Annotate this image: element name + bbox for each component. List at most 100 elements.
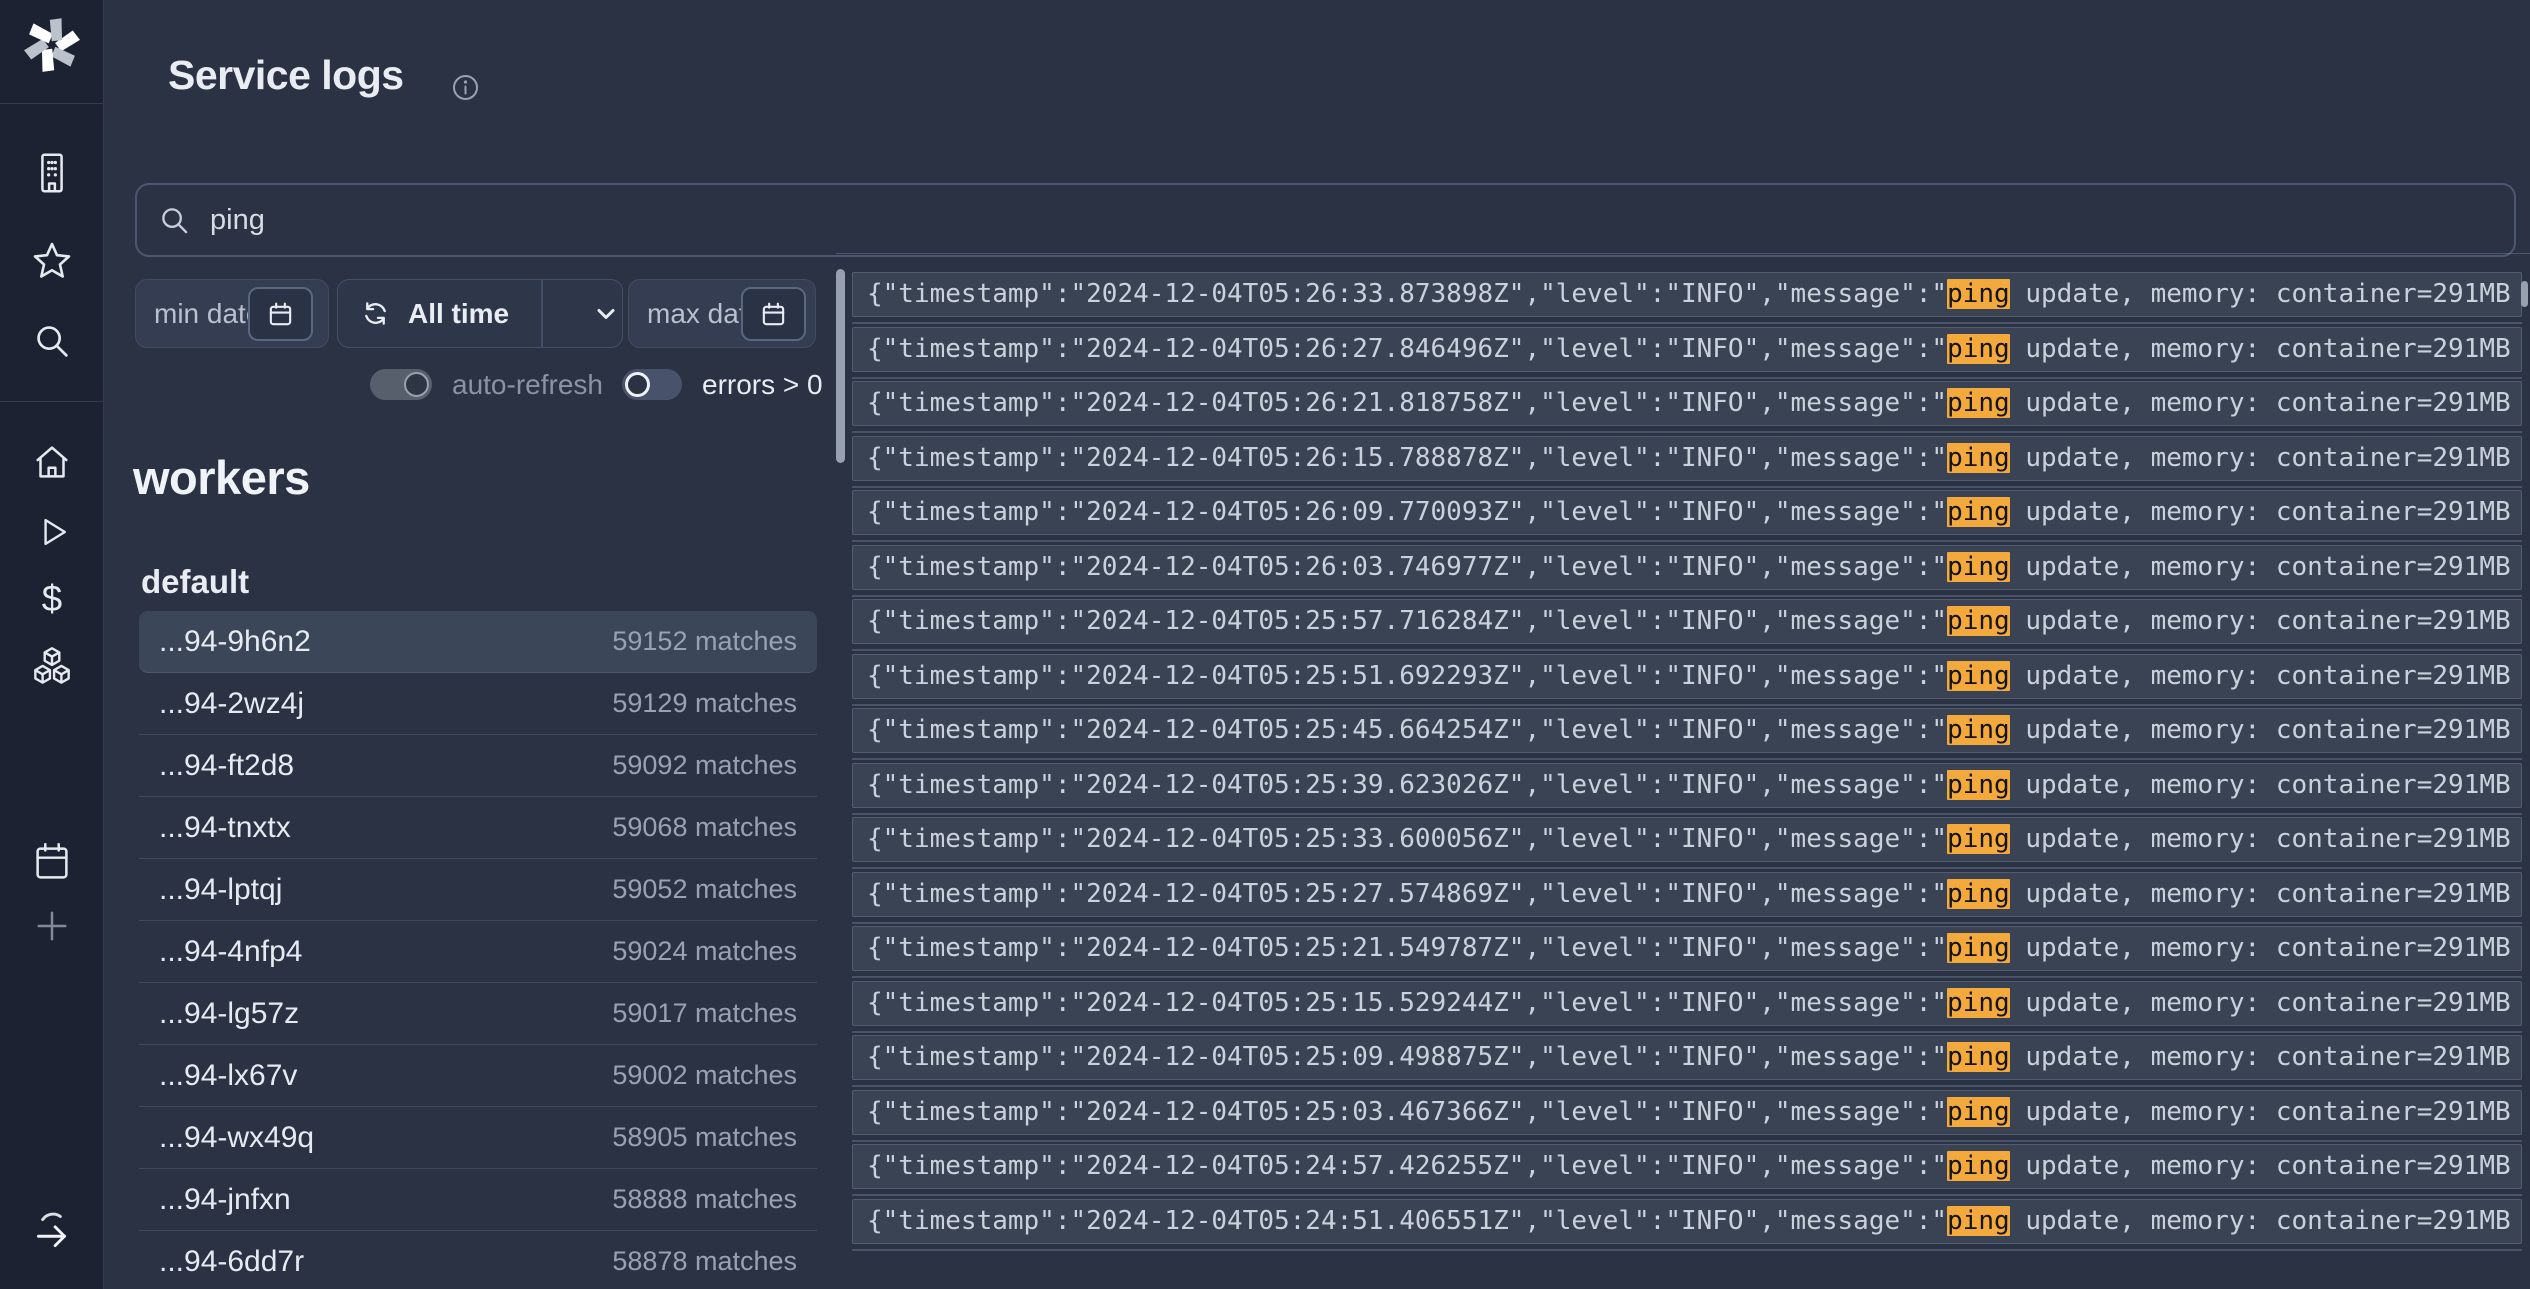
button-divider bbox=[541, 280, 543, 347]
log-post: update, memory: container=291MB bbox=[2010, 715, 2511, 745]
log-row[interactable]: {"timestamp":"2024-12-04T05:25:03.467366… bbox=[852, 1090, 2522, 1135]
modal-logo-icon[interactable] bbox=[0, 14, 104, 74]
log-line-text: {"timestamp":"2024-12-04T05:26:03.746977… bbox=[853, 546, 2521, 589]
log-row[interactable]: {"timestamp":"2024-12-04T05:24:57.426255… bbox=[852, 1144, 2522, 1189]
search-match-highlight: ping bbox=[1947, 1042, 2010, 1072]
search-input[interactable] bbox=[210, 204, 2492, 237]
log-row[interactable]: {"timestamp":"2024-12-04T05:25:27.574869… bbox=[852, 872, 2522, 917]
log-post: update, memory: container=291MB bbox=[2010, 334, 2511, 364]
sidebar-item-billing[interactable]: $ bbox=[0, 576, 104, 624]
search-match-highlight: ping bbox=[1947, 1097, 2010, 1127]
sidebar-item-search[interactable] bbox=[0, 317, 104, 365]
worker-row[interactable]: ...94-ft2d8 59092 matches bbox=[139, 735, 817, 797]
worker-row[interactable]: ...94-9h6n2 59152 matches bbox=[139, 611, 817, 673]
home-icon bbox=[29, 439, 75, 485]
log-row[interactable]: {"timestamp":"2024-12-04T05:26:09.770093… bbox=[852, 490, 2522, 535]
log-line-text: {"timestamp":"2024-12-04T05:26:33.873898… bbox=[853, 273, 2521, 316]
log-post: update, memory: container=291MB bbox=[2010, 1097, 2511, 1127]
search-match-highlight: ping bbox=[1947, 1151, 2010, 1181]
log-line-text: {"timestamp":"2024-12-04T05:25:51.692293… bbox=[853, 655, 2521, 698]
log-line-text: {"timestamp":"2024-12-04T05:25:03.467366… bbox=[853, 1091, 2521, 1134]
log-line-text: {"timestamp":"2024-12-04T05:26:21.818758… bbox=[853, 382, 2521, 425]
worker-match-count: 59092 matches bbox=[612, 750, 797, 781]
info-icon[interactable] bbox=[452, 74, 479, 101]
worker-row[interactable]: ...94-lx67v 59002 matches bbox=[139, 1045, 817, 1107]
log-row[interactable]: {"timestamp":"2024-12-04T05:26:15.788878… bbox=[852, 436, 2522, 481]
page-title: Service logs bbox=[168, 52, 404, 99]
toggle-knob bbox=[404, 372, 429, 397]
log-row[interactable]: {"timestamp":"2024-12-04T05:25:15.529244… bbox=[852, 981, 2522, 1026]
arrow-right-icon bbox=[27, 1205, 77, 1255]
log-post: update, memory: container=291MB bbox=[2010, 552, 2511, 582]
errors-filter-toggle[interactable] bbox=[622, 369, 682, 400]
worker-row[interactable]: ...94-2wz4j 59129 matches bbox=[139, 673, 817, 735]
star-icon bbox=[28, 237, 76, 285]
log-pre: {"timestamp":"2024-12-04T05:26:33.873898… bbox=[867, 279, 1947, 309]
log-line-text: {"timestamp":"2024-12-04T05:25:57.716284… bbox=[853, 600, 2521, 643]
log-row[interactable]: {"timestamp":"2024-12-04T05:25:21.549787… bbox=[852, 926, 2522, 971]
worker-row[interactable]: ...94-6dd7r 58878 matches bbox=[139, 1231, 817, 1289]
log-post: update, memory: container=291MB bbox=[2010, 770, 2511, 800]
log-row[interactable]: {"timestamp":"2024-12-04T05:25:57.716284… bbox=[852, 599, 2522, 644]
max-date-calendar-button[interactable] bbox=[741, 287, 806, 341]
log-pre: {"timestamp":"2024-12-04T05:26:03.746977… bbox=[867, 552, 1947, 582]
log-pre: {"timestamp":"2024-12-04T05:25:27.574869… bbox=[867, 879, 1947, 909]
sidebar-item-packages[interactable] bbox=[0, 642, 104, 692]
worker-row[interactable]: ...94-wx49q 58905 matches bbox=[139, 1107, 817, 1169]
log-pre: {"timestamp":"2024-12-04T05:26:27.846496… bbox=[867, 334, 1947, 364]
worker-match-count: 58888 matches bbox=[612, 1184, 797, 1215]
worker-row[interactable]: ...94-lg57z 59017 matches bbox=[139, 983, 817, 1045]
worker-match-count: 59152 matches bbox=[612, 626, 797, 657]
sidebar-item-home[interactable] bbox=[0, 438, 104, 486]
time-range-label: All time bbox=[408, 298, 509, 330]
min-date-calendar-button[interactable] bbox=[248, 287, 313, 341]
search-match-highlight: ping bbox=[1947, 443, 2010, 473]
log-row[interactable]: {"timestamp":"2024-12-04T05:25:09.498875… bbox=[852, 1035, 2522, 1080]
search-match-highlight: ping bbox=[1947, 933, 2010, 963]
log-scrollbar-left-thumb[interactable] bbox=[836, 269, 845, 463]
refresh-icon bbox=[361, 299, 390, 328]
worker-row[interactable]: ...94-lptqj 59052 matches bbox=[139, 859, 817, 921]
worker-match-count: 59052 matches bbox=[612, 874, 797, 905]
search-match-highlight: ping bbox=[1947, 497, 2010, 527]
log-scrollbar-right-thumb[interactable] bbox=[2521, 281, 2528, 307]
log-row[interactable]: {"timestamp":"2024-12-04T05:24:51.406551… bbox=[852, 1199, 2522, 1244]
sidebar: $ bbox=[0, 0, 104, 1289]
log-post: update, memory: container=291MB bbox=[2010, 1042, 2511, 1072]
sidebar-item-organization[interactable] bbox=[0, 149, 104, 197]
worker-match-count: 58878 matches bbox=[612, 1246, 797, 1277]
log-line-text: {"timestamp":"2024-12-04T05:26:15.788878… bbox=[853, 437, 2521, 480]
log-row[interactable]: {"timestamp":"2024-12-04T05:25:45.664254… bbox=[852, 708, 2522, 753]
log-row[interactable]: {"timestamp":"2024-12-04T05:25:33.600056… bbox=[852, 817, 2522, 862]
worker-id: ...94-lptqj bbox=[159, 873, 282, 907]
log-pre: {"timestamp":"2024-12-04T05:26:15.788878… bbox=[867, 443, 1947, 473]
search-match-highlight: ping bbox=[1947, 661, 2010, 691]
log-line-text: {"timestamp":"2024-12-04T05:24:51.406551… bbox=[853, 1200, 2521, 1243]
log-post: update, memory: container=291MB bbox=[2010, 443, 2511, 473]
sidebar-item-run[interactable] bbox=[0, 508, 104, 556]
log-row[interactable]: {"timestamp":"2024-12-04T05:26:21.818758… bbox=[852, 381, 2522, 426]
worker-row[interactable]: ...94-jnfxn 58888 matches bbox=[139, 1169, 817, 1231]
log-row[interactable]: {"timestamp":"2024-12-04T05:25:51.692293… bbox=[852, 654, 2522, 699]
auto-refresh-toggle[interactable] bbox=[370, 369, 432, 400]
sidebar-item-add[interactable] bbox=[0, 906, 104, 946]
log-post: update, memory: container=291MB bbox=[2010, 661, 2511, 691]
log-row[interactable]: {"timestamp":"2024-12-04T05:26:27.846496… bbox=[852, 327, 2522, 372]
search-icon bbox=[159, 205, 190, 236]
log-row[interactable]: {"timestamp":"2024-12-04T05:25:39.623026… bbox=[852, 763, 2522, 808]
search-match-highlight: ping bbox=[1947, 334, 2010, 364]
log-pre: {"timestamp":"2024-12-04T05:25:21.549787… bbox=[867, 933, 1947, 963]
max-date-field bbox=[628, 279, 816, 348]
dollar-icon: $ bbox=[30, 576, 74, 624]
min-date-field bbox=[135, 279, 329, 348]
log-row[interactable]: {"timestamp":"2024-12-04T05:26:33.873898… bbox=[852, 272, 2522, 317]
worker-row[interactable]: ...94-4nfp4 59024 matches bbox=[139, 921, 817, 983]
sidebar-item-sign-out[interactable] bbox=[0, 1204, 104, 1256]
worker-match-count: 59002 matches bbox=[612, 1060, 797, 1091]
sidebar-item-schedule[interactable] bbox=[0, 838, 104, 886]
time-range-button[interactable]: All time bbox=[337, 279, 623, 348]
worker-list: ...94-9h6n2 59152 matches ...94-2wz4j 59… bbox=[139, 611, 817, 1289]
sidebar-item-favorites[interactable] bbox=[0, 237, 104, 285]
worker-row[interactable]: ...94-tnxtx 59068 matches bbox=[139, 797, 817, 859]
log-row[interactable]: {"timestamp":"2024-12-04T05:26:03.746977… bbox=[852, 545, 2522, 590]
